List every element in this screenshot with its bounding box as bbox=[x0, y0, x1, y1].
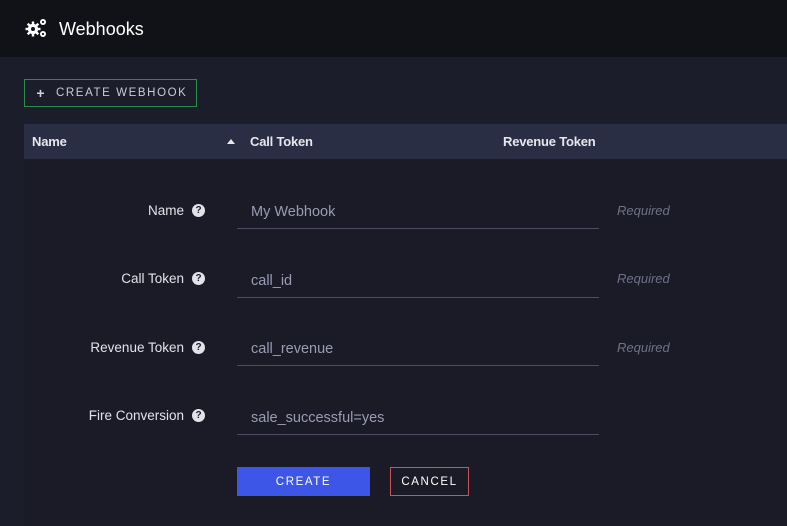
create-webhook-label: CREATE WEBHOOK bbox=[56, 87, 188, 99]
revenue-token-label: Revenue Token bbox=[90, 340, 184, 355]
name-input[interactable] bbox=[237, 195, 599, 229]
fire-conversion-input[interactable] bbox=[237, 401, 599, 435]
call-token-input[interactable] bbox=[237, 264, 599, 298]
cancel-button[interactable]: CANCEL bbox=[390, 467, 469, 496]
top-bar: Webhooks bbox=[0, 0, 787, 57]
plus-icon: + bbox=[36, 85, 45, 101]
revenue-token-help-icon[interactable]: ? bbox=[192, 341, 205, 354]
name-required-hint: Required bbox=[617, 203, 670, 218]
page-title: Webhooks bbox=[59, 19, 144, 39]
name-label: Name bbox=[147, 203, 184, 218]
table-header: Name Call Token Revenue Token bbox=[24, 124, 787, 159]
fire-conversion-label: Fire Conversion bbox=[88, 408, 184, 423]
column-header-call-token[interactable]: Call Token bbox=[250, 134, 313, 149]
call-token-required-hint: Required bbox=[617, 271, 670, 286]
column-header-name[interactable]: Name bbox=[32, 134, 67, 149]
fire-conversion-help-icon[interactable]: ? bbox=[192, 409, 205, 422]
create-button[interactable]: CREATE bbox=[237, 467, 370, 496]
column-header-revenue-token[interactable]: Revenue Token bbox=[503, 134, 596, 149]
create-webhook-button[interactable]: + CREATE WEBHOOK bbox=[24, 79, 197, 107]
sort-ascending-icon[interactable] bbox=[227, 139, 235, 144]
revenue-token-required-hint: Required bbox=[617, 340, 670, 355]
name-help-icon[interactable]: ? bbox=[192, 204, 205, 217]
call-token-help-icon[interactable]: ? bbox=[192, 272, 205, 285]
revenue-token-input[interactable] bbox=[237, 332, 599, 366]
gears-icon bbox=[25, 19, 46, 37]
call-token-label: Call Token bbox=[121, 271, 184, 286]
